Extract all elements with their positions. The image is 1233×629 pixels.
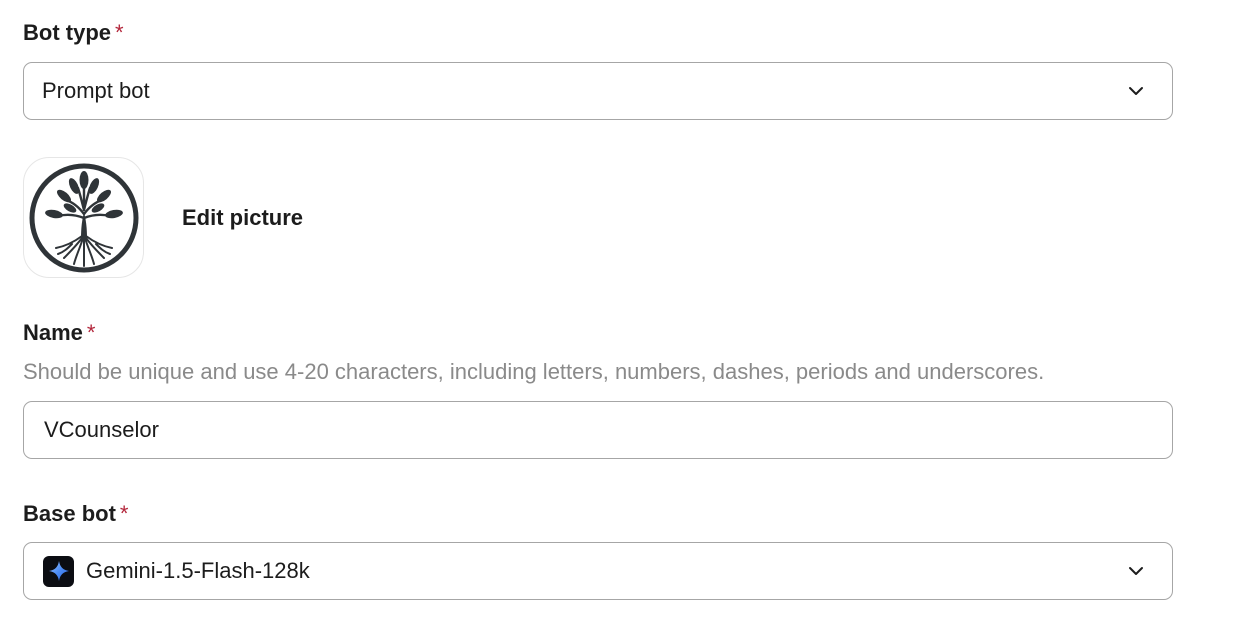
chevron-down-icon bbox=[1129, 567, 1143, 575]
name-hint: Should be unique and use 4-20 characters… bbox=[23, 359, 1045, 384]
name-label-text: Name bbox=[23, 320, 83, 345]
base-bot-label-text: Base bot bbox=[23, 501, 116, 526]
base-bot-selected-value: Gemini-1.5-Flash-128k bbox=[86, 558, 310, 583]
bot-settings-form: Bot type * Prompt bot Edit picture Name … bbox=[0, 0, 1233, 629]
bot-type-label: Bot type * bbox=[23, 19, 124, 47]
required-asterisk: * bbox=[86, 320, 96, 345]
bot-avatar[interactable] bbox=[23, 157, 144, 278]
base-bot-label: Base bot * bbox=[23, 500, 128, 528]
chevron-down-icon bbox=[1129, 87, 1143, 95]
bot-type-select[interactable]: Prompt bot bbox=[23, 62, 1173, 120]
required-asterisk: * bbox=[115, 20, 124, 45]
gemini-sparkle-icon bbox=[43, 555, 74, 587]
name-input-value: VCounselor bbox=[44, 417, 159, 442]
edit-picture-button[interactable]: Edit picture bbox=[182, 204, 303, 232]
name-label: Name * bbox=[23, 319, 95, 347]
bot-type-label-text: Bot type bbox=[23, 20, 111, 45]
name-input[interactable]: VCounselor bbox=[23, 401, 1173, 459]
bot-type-selected-value: Prompt bot bbox=[42, 78, 150, 103]
base-bot-select[interactable]: Gemini-1.5-Flash-128k bbox=[23, 542, 1173, 600]
tree-of-life-icon bbox=[29, 163, 138, 272]
required-asterisk: * bbox=[119, 501, 129, 526]
